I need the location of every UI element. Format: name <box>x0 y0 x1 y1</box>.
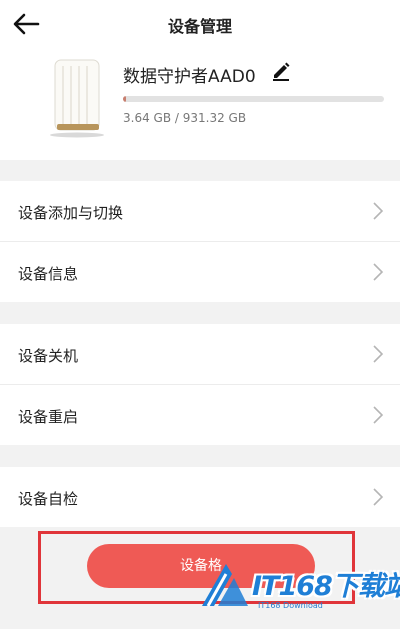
watermark: IT168下载站 IT168 Download <box>196 552 400 616</box>
menu-item-label: 设备自检 <box>18 490 79 508</box>
menu-item-shutdown[interactable]: 设备关机 <box>0 324 400 384</box>
storage-text: 3.64 GB / 931.32 GB <box>123 111 247 125</box>
storage-usage-bar <box>123 96 384 102</box>
chevron-right-icon <box>373 406 384 424</box>
device-card: 数据守护者AAD0 3.64 GB / 931.32 GB <box>0 48 400 160</box>
menu-item-device-info[interactable]: 设备信息 <box>0 242 400 302</box>
top-bar: 设备管理 <box>0 0 400 48</box>
device-name: 数据守护者AAD0 <box>123 67 256 87</box>
menu-item-label: 设备关机 <box>18 347 79 365</box>
menu-item-self-check[interactable]: 设备自检 <box>0 467 400 527</box>
pencil-icon[interactable] <box>270 60 292 82</box>
menu-item-add-switch-device[interactable]: 设备添加与切换 <box>0 181 400 241</box>
watermark-logo-icon <box>202 564 248 607</box>
chevron-right-icon <box>373 488 384 506</box>
menu-item-label: 设备添加与切换 <box>18 204 124 222</box>
page-title: 设备管理 <box>167 17 232 36</box>
chevron-right-icon <box>373 345 384 363</box>
chevron-right-icon <box>373 263 384 281</box>
menu-item-label: 设备信息 <box>18 265 79 283</box>
chevron-right-icon <box>373 202 384 220</box>
watermark-brand: IT168下载站 <box>252 571 400 602</box>
menu-item-label: 设备重启 <box>18 408 79 426</box>
menu-item-restart[interactable]: 设备重启 <box>0 385 400 445</box>
watermark-subtitle: IT168 Download <box>258 601 323 610</box>
nas-device-image <box>50 59 104 138</box>
storage-usage-fill <box>123 96 126 102</box>
